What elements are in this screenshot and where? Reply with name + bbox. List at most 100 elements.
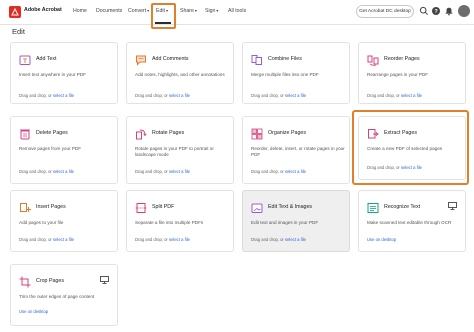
tool-title: Organize Pages [268,130,306,136]
brand-name[interactable]: Adobe Acrobat [24,7,62,13]
drop-hint: Drag and drop, or select a file [19,169,74,174]
tool-title: Edit Text & Images [268,204,313,210]
organize-pages-icon [251,128,263,140]
tool-description: Rotate pages in your PDF to portrait or … [135,146,214,157]
drop-hint: Drag and drop, or select a file [135,237,190,242]
top-nav: Adobe Acrobat Home Documents Convert▾ Ed… [0,0,474,25]
tool-description: Separate a file into multiple PDFs [135,220,204,225]
tool-card-combine-files[interactable]: Combine Files Merge multiple files into … [242,42,350,104]
drop-hint-text: Drag and drop, or [251,169,285,174]
drop-hint: Drag and drop, or select a file [19,93,74,98]
nav-documents[interactable]: Documents [96,8,122,14]
select-file-link[interactable]: select a file [53,237,74,242]
select-file-link[interactable]: select a file [53,169,74,174]
chevron-down-icon: ▾ [194,8,197,13]
drop-hint-text: Drag and drop, or [251,93,285,98]
edit-menu-highlight [151,3,176,29]
extract-pages-highlight [352,110,469,185]
tool-description: Add notes, highlights, and other annotat… [135,72,225,77]
svg-text:T: T [23,58,27,65]
tool-title: Recognize Text [384,204,421,210]
tool-description: Insert text anywhere in your PDF [19,72,86,77]
rotate-pages-icon [136,129,147,140]
select-file-link[interactable]: select a file [53,93,74,98]
drop-hint-text: Drag and drop, or [19,237,53,242]
notifications-bell-icon[interactable] [444,6,454,16]
drop-hint-text: Drag and drop, or [251,237,285,242]
select-file-link[interactable]: select a file [169,237,190,242]
insert-pages-icon [20,203,31,212]
nav-home[interactable]: Home [73,8,87,14]
drop-hint-text: Drag and drop, or [135,237,169,242]
add-text-icon: T [19,55,31,65]
tool-card-add-text[interactable]: T Add Text Insert text anywhere in your … [10,42,118,104]
tool-title: Split PDF [152,204,175,210]
page-title: Edit [12,27,25,36]
select-file-link[interactable]: select a file [285,237,306,242]
recognize-text-icon [367,203,379,213]
tool-card-edit-text-images[interactable]: Edit Text & Images Edit text and images … [242,190,350,252]
nav-convert[interactable]: Convert▾ [128,8,149,14]
select-file-link[interactable]: select a file [401,93,422,98]
tool-card-crop-pages[interactable]: Crop Pages Trim the outer edges of page … [10,264,118,326]
get-desktop-button[interactable]: Get Acrobat DC desktop [356,5,414,18]
chevron-down-icon: ▾ [147,8,150,13]
chevron-down-icon: ▾ [216,8,219,13]
nav-share[interactable]: Share▾ [180,8,197,14]
tool-description: Edit text and images in your PDF [251,220,319,225]
nav-convert-label: Convert [128,8,147,14]
tool-title: Crop Pages [36,278,64,284]
tool-description: Make scanned text editable through OCR [367,220,452,225]
crop-pages-icon [19,276,31,288]
edit-text-images-icon [251,203,263,213]
tool-title: Delete Pages [36,130,68,136]
tool-card-add-comments[interactable]: Add Comments Add notes, highlights, and … [126,42,234,104]
nav-sign[interactable]: Sign▾ [205,8,218,14]
tool-card-recognize-text[interactable]: Recognize Text Make scanned text editabl… [358,190,466,252]
help-icon[interactable]: ? [431,6,441,16]
tool-title: Add Comments [152,56,189,62]
tool-card-rotate-pages[interactable]: Rotate Pages Rotate pages in your PDF to… [126,116,234,184]
split-pdf-icon [135,203,147,213]
tool-title: Add Text [36,56,57,62]
desktop-monitor-icon [448,202,457,210]
tool-title: Reorder Pages [384,56,420,62]
select-file-link[interactable]: select a file [285,169,306,174]
tool-title: Combine Files [268,56,302,62]
tool-description: Add pages to your file [19,220,64,225]
drop-hint-text: Drag and drop, or [19,169,53,174]
acrobat-logo-icon[interactable] [9,6,21,18]
drop-hint: Drag and drop, or select a file [135,169,190,174]
tool-description: Merge multiple files into one PDF [251,72,319,77]
delete-pages-icon [20,129,30,140]
avatar[interactable] [458,5,470,17]
tool-card-reorder-pages[interactable]: Reorder Pages Rearrange pages in your PD… [358,42,466,104]
drop-hint: Drag and drop, or select a file [367,93,422,98]
tool-card-split-pdf[interactable]: Split PDF Separate a file into multiple … [126,190,234,252]
drop-hint-text: Drag and drop, or [367,93,401,98]
use-on-desktop-link[interactable]: Use on desktop [19,309,48,314]
tool-title: Rotate Pages [152,130,185,136]
select-file-link[interactable]: select a file [169,93,190,98]
search-icon[interactable] [419,6,429,16]
tool-card-delete-pages[interactable]: Delete Pages Remove pages from your PDF … [10,116,118,184]
drop-hint-text: Drag and drop, or [19,93,53,98]
tool-description: Rearrange pages in your PDF [367,72,429,77]
drop-hint-text: Drag and drop, or [135,169,169,174]
use-on-desktop-link[interactable]: Use on desktop [367,237,396,242]
select-file-link[interactable]: select a file [285,93,306,98]
select-file-link[interactable]: select a file [169,169,190,174]
tool-card-insert-pages[interactable]: Insert Pages Add pages to your file Drag… [10,190,118,252]
tool-description: Remove pages from your PDF [19,146,82,151]
desktop-monitor-icon [100,276,109,284]
drop-hint: Drag and drop, or select a file [251,237,306,242]
combine-files-icon [251,55,262,65]
tool-title: Insert Pages [36,204,66,210]
tool-card-organize-pages[interactable]: Organize Pages Reorder, delete, insert, … [242,116,350,184]
tool-description: Trim the outer edges of page content [19,294,95,299]
comment-icon [136,55,146,66]
drop-hint: Drag and drop, or select a file [251,93,306,98]
drop-hint: Drag and drop, or select a file [19,237,74,242]
drop-hint: Drag and drop, or select a file [135,93,190,98]
nav-all-tools[interactable]: All tools [228,8,246,14]
